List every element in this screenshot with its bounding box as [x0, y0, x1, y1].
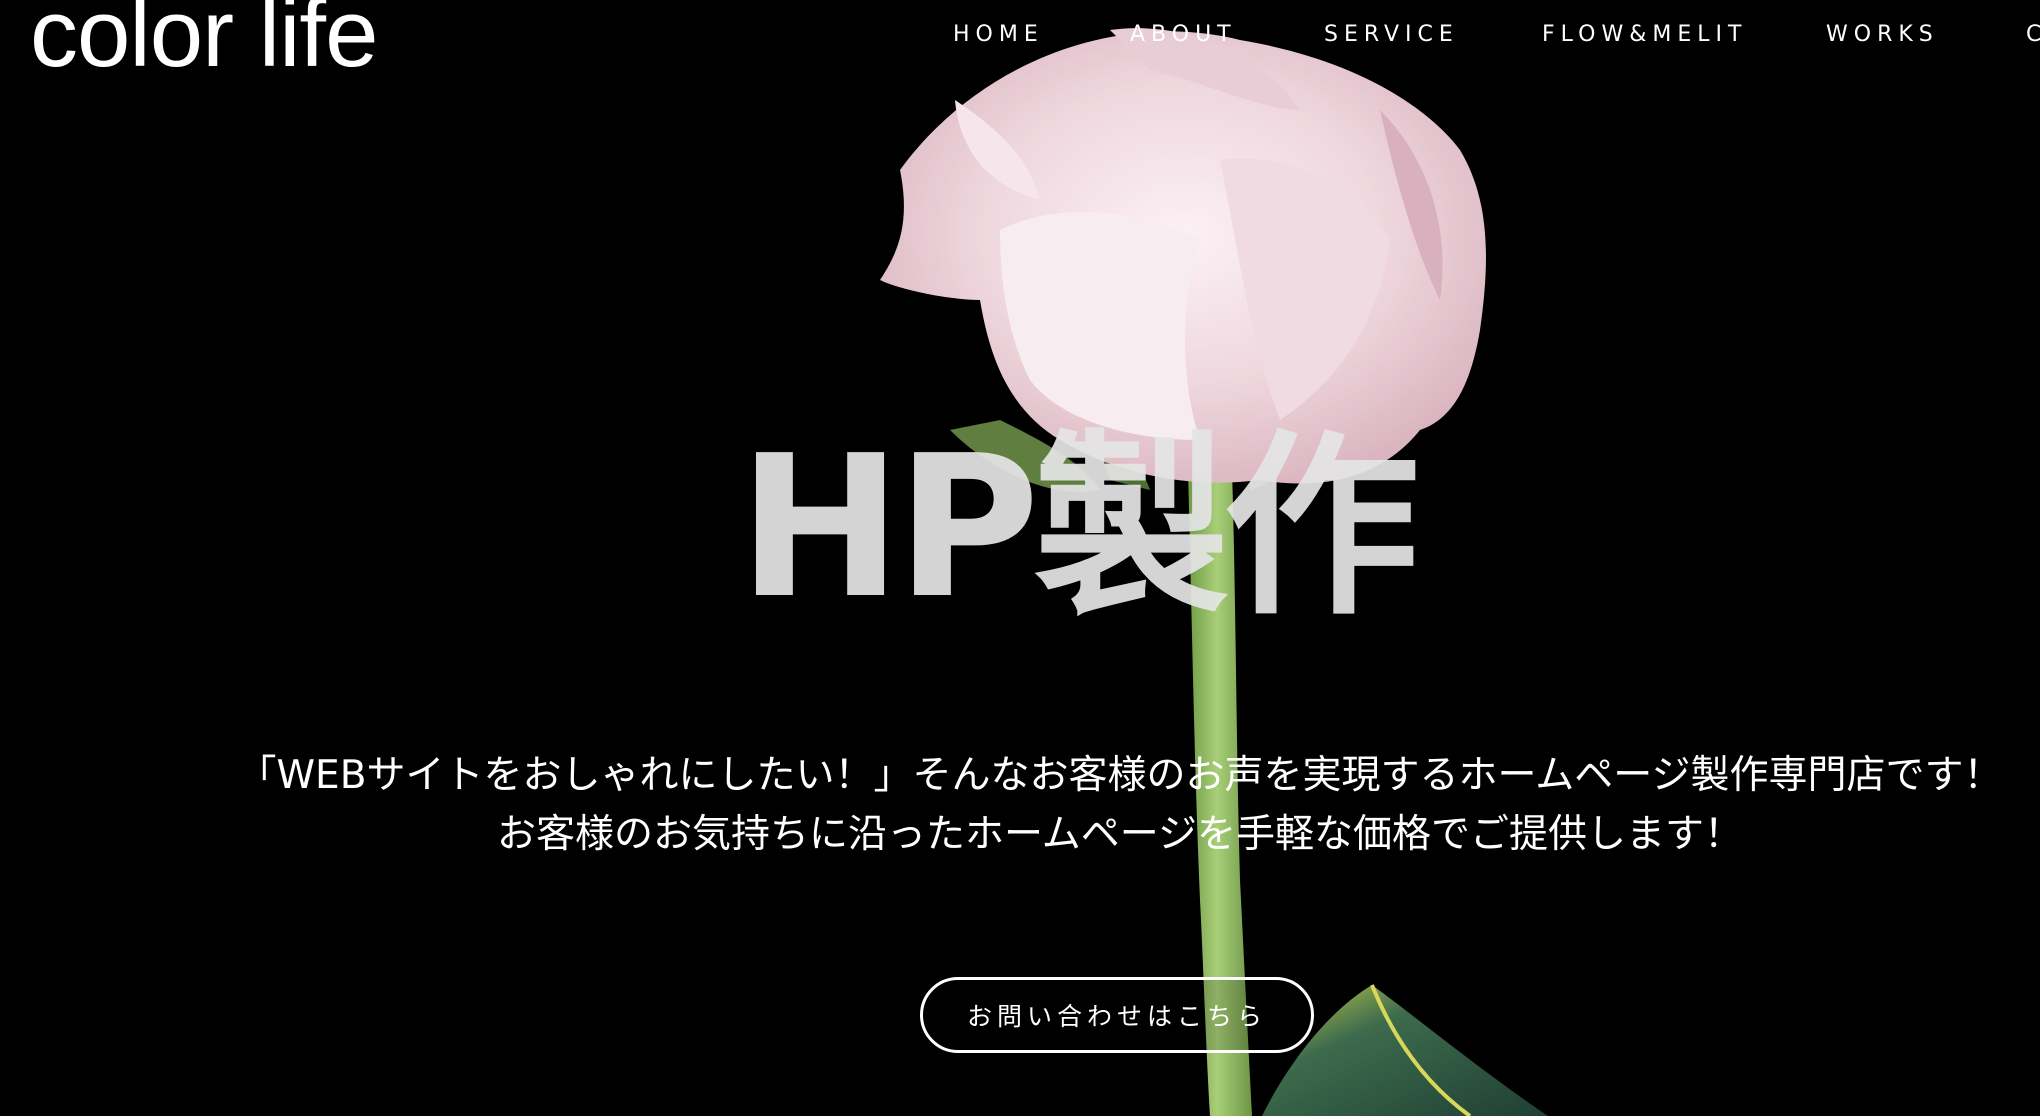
hero-copy-line-1: 「WEBサイトをおしゃれにしたい！」そんなお客様のお声を実現するホームページ製作…	[237, 753, 2003, 798]
nav-item-contact[interactable]: C	[2026, 22, 2040, 47]
hero-title: HP製作	[738, 414, 1420, 642]
nav-item-service[interactable]: SERVICE	[1324, 22, 1459, 47]
nav-item-home[interactable]: HOME	[953, 22, 1044, 47]
contact-button[interactable]: お問い合わせはこちら	[920, 977, 1314, 1053]
nav-item-about[interactable]: ABOUT	[1130, 22, 1237, 47]
nav-item-flow-melit[interactable]: FLOW&MELIT	[1542, 22, 1747, 47]
hero-copy-line-2: お客様のお気持ちに沿ったホームページを手軽な価格でご提供します！	[496, 812, 1744, 857]
main-nav: HOME ABOUT SERVICE FLOW&MELIT WORKS C	[0, 22, 2040, 52]
page: color life HOME ABOUT SERVICE FLOW&MELIT…	[0, 0, 2040, 1116]
contact-button-label: お問い合わせはこちら	[966, 1002, 1267, 1031]
nav-item-works[interactable]: WORKS	[1826, 22, 1939, 47]
